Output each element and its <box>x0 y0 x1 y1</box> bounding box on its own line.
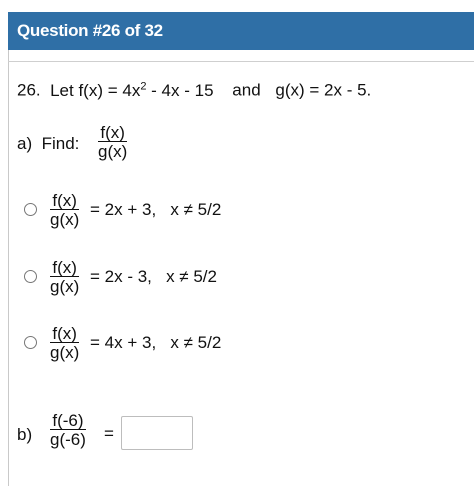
question-header: Question #26 of 32 <box>8 12 474 50</box>
choice-1-fraction: f(x) g(x) <box>50 191 80 229</box>
choice-2[interactable]: f(x) g(x) = 2x - 3, x ≠ 5/2 <box>50 259 217 296</box>
part-b-fraction: f(-6) g(-6) <box>50 412 86 449</box>
choice-3-rhs: = 4x + 3, <box>90 332 157 352</box>
answer-input[interactable] <box>121 416 193 450</box>
choice-3[interactable]: f(x) g(x) = 4x + 3, x ≠ 5/2 <box>50 325 221 362</box>
function-f: Let f(x) = 4x2 - 4x - 15 <box>50 80 214 100</box>
part-b-label: b) <box>17 425 33 444</box>
choice-1-radio[interactable] <box>24 203 37 216</box>
choice-1-condition: x ≠ 5/2 <box>170 199 222 219</box>
choice-2-radio[interactable] <box>24 270 37 283</box>
part-a-fraction: f(x) g(x) <box>98 124 128 161</box>
fraction-numerator: f(x) <box>98 124 128 142</box>
choice-3-radio[interactable] <box>24 336 37 349</box>
choice-2-condition: x ≠ 5/2 <box>166 266 217 286</box>
function-g: g(x) = 2x - 5. <box>275 80 372 100</box>
part-a-label: a) Find: <box>17 134 80 153</box>
fraction-denominator: g(x) <box>98 142 128 161</box>
problem-number: 26. <box>17 80 41 100</box>
and-word: and <box>232 80 261 100</box>
choice-2-rhs: = 2x - 3, <box>90 266 152 286</box>
problem-statement: 26. Let f(x) = 4x2 - 4x - 15 and g(x) = … <box>17 80 371 101</box>
divider <box>8 61 474 62</box>
choice-3-fraction: f(x) g(x) <box>50 324 80 362</box>
choice-3-condition: x ≠ 5/2 <box>170 332 222 352</box>
equals-sign: = <box>104 424 114 443</box>
choice-2-fraction: f(x) g(x) <box>50 258 80 296</box>
fraction-denominator: g(-6) <box>50 430 86 449</box>
choice-1[interactable]: f(x) g(x) = 2x + 3, x ≠ 5/2 <box>50 192 221 229</box>
fraction-numerator: f(-6) <box>50 412 86 430</box>
choice-1-rhs: = 2x + 3, <box>90 199 157 219</box>
